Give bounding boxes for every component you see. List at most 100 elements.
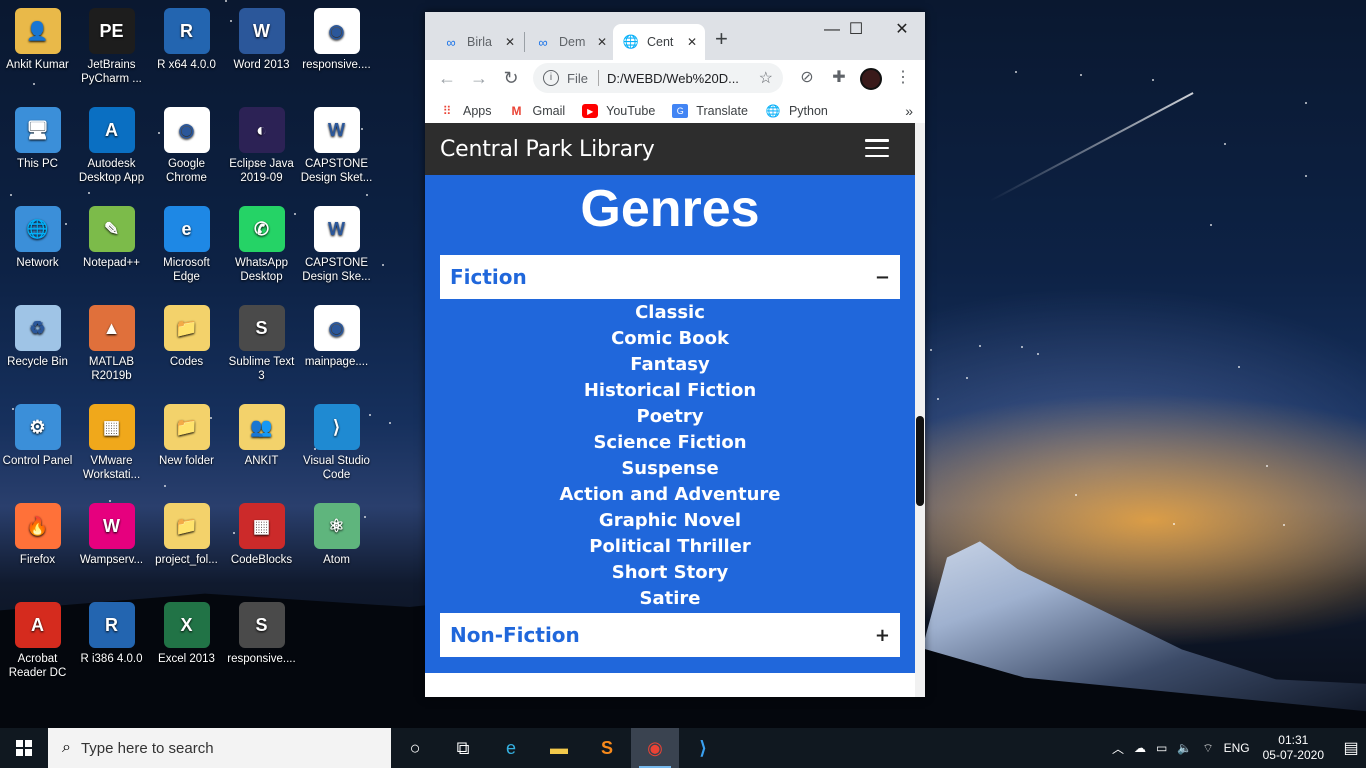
desktop-icon[interactable]: W CAPSTONE Design Ske...: [299, 198, 374, 288]
desktop-icon[interactable]: 📁 project_fol...: [149, 495, 224, 585]
desktop-icon[interactable]: ▲ MATLAB R2019b: [74, 297, 149, 387]
hamburger-menu-icon[interactable]: [865, 139, 889, 157]
profile-avatar[interactable]: [860, 68, 882, 90]
task-view-icon[interactable]: ⧉: [439, 728, 487, 768]
bookmark-youtube[interactable]: ▶ YouTube: [582, 104, 655, 118]
app-icon: W: [88, 503, 135, 549]
genre-item[interactable]: Poetry: [425, 404, 915, 430]
genre-item[interactable]: Satire: [425, 586, 915, 612]
desktop-icon[interactable]: ▦ VMware Workstati...: [74, 396, 149, 486]
language-indicator[interactable]: ENG: [1224, 741, 1250, 755]
genre-item[interactable]: Short Story: [425, 560, 915, 586]
genre-item[interactable]: Historical Fiction: [425, 378, 915, 404]
vscode-taskbar-icon[interactable]: ⟩: [679, 728, 727, 768]
bookmark-apps[interactable]: ⠿ Apps: [439, 104, 492, 118]
bookmark-translate[interactable]: G Translate: [672, 104, 748, 118]
close-icon[interactable]: ✕: [687, 35, 697, 49]
desktop-icon[interactable]: A Autodesk Desktop App: [74, 99, 149, 189]
desktop-icon[interactable]: ▦ CodeBlocks: [224, 495, 299, 585]
scrollbar-thumb[interactable]: [916, 416, 924, 506]
genre-item[interactable]: Comic Book: [425, 326, 915, 352]
onedrive-cloud-icon[interactable]: ☁: [1134, 741, 1146, 755]
desktop-icon[interactable]: 👤 Ankit Kumar: [0, 0, 75, 90]
genre-item[interactable]: Action and Adventure: [425, 482, 915, 508]
desktop-icon[interactable]: X Excel 2013: [149, 594, 224, 684]
genre-item[interactable]: Suspense: [425, 456, 915, 482]
desktop-icon-label: WhatsApp Desktop: [234, 257, 289, 283]
show-hidden-icons-icon[interactable]: ︿: [1112, 740, 1124, 757]
desktop-icon[interactable]: ♻ Recycle Bin: [0, 297, 75, 387]
file-explorer-taskbar-icon[interactable]: ▬: [535, 728, 583, 768]
desktop-icon[interactable]: S Sublime Text 3: [224, 297, 299, 387]
desktop-icon[interactable]: A Acrobat Reader DC: [0, 594, 75, 684]
desktop-icon[interactable]: ◉ mainpage....: [299, 297, 374, 387]
desktop-icon[interactable]: ◉ responsive....: [299, 0, 374, 90]
taskbar-search-box[interactable]: ⌕ Type here to search: [48, 728, 391, 768]
desktop-icon[interactable]: 📁 Codes: [149, 297, 224, 387]
chrome-window[interactable]: ∞ Birla ✕ ∞ Dem ✕ 🌐 Cent ✕ + — ☐ ✕ ← → ↻…: [425, 12, 925, 697]
extensions-puzzle-icon[interactable]: ✚: [827, 66, 851, 90]
bookmark-star-icon[interactable]: ☆: [759, 68, 773, 88]
collapse-minus-icon[interactable]: −: [875, 267, 890, 288]
desktop-icon[interactable]: ⚙ Control Panel: [0, 396, 75, 486]
desktop-icon[interactable]: 🌐 Network: [0, 198, 75, 288]
desktop-icon[interactable]: ✆ WhatsApp Desktop: [224, 198, 299, 288]
genre-item[interactable]: Fantasy: [425, 352, 915, 378]
desktop-icon[interactable]: W Wampserv...: [74, 495, 149, 585]
desktop-icon[interactable]: 📁 New folder: [149, 396, 224, 486]
desktop-icon[interactable]: 🖥 This PC: [0, 99, 75, 189]
desktop-icon[interactable]: ⚛ Atom: [299, 495, 374, 585]
battery-icon[interactable]: ▭: [1156, 741, 1167, 755]
desktop-icon[interactable]: R R i386 4.0.0: [74, 594, 149, 684]
tab-demo[interactable]: ∞ Dem ✕: [525, 24, 615, 60]
desktop-icon[interactable]: ◐ Eclipse Java 2019-09: [224, 99, 299, 189]
new-tab-button[interactable]: +: [715, 26, 728, 52]
extension-compass-icon[interactable]: ⊘: [795, 66, 819, 90]
genre-item[interactable]: Science Fiction: [425, 430, 915, 456]
reload-icon[interactable]: ↻: [499, 66, 523, 90]
info-icon[interactable]: i: [543, 70, 559, 86]
desktop-icon[interactable]: W CAPSTONE Design Sket...: [299, 99, 374, 189]
desktop-icon[interactable]: W Word 2013: [224, 0, 299, 90]
desktop-icon[interactable]: R R x64 4.0.0: [149, 0, 224, 90]
address-bar[interactable]: i File D:/WEBD/Web%20D... ☆: [533, 63, 783, 93]
notification-icon[interactable]: ▤: [1336, 738, 1366, 758]
genre-item[interactable]: Classic: [425, 300, 915, 326]
expand-plus-icon[interactable]: +: [875, 625, 890, 646]
close-icon[interactable]: ✕: [597, 35, 607, 49]
edge-taskbar-icon[interactable]: e: [487, 728, 535, 768]
tab-birla[interactable]: ∞ Birla ✕: [433, 24, 523, 60]
back-icon[interactable]: ←: [435, 66, 459, 90]
desktop-icon[interactable]: ⟩ Visual Studio Code: [299, 396, 374, 486]
desktop-icon[interactable]: Sresponsive....: [224, 594, 299, 684]
sublime-taskbar-icon[interactable]: S: [583, 728, 631, 768]
accordion-nonfiction-header[interactable]: Non-Fiction +: [440, 613, 900, 657]
more-bookmarks-icon[interactable]: »: [905, 103, 913, 119]
bookmark-gmail[interactable]: M Gmail: [509, 104, 566, 118]
volume-icon[interactable]: 🔈: [1177, 741, 1192, 755]
desktop-icon[interactable]: ✎ Notepad++: [74, 198, 149, 288]
tab-central-park[interactable]: 🌐 Cent ✕: [613, 24, 705, 60]
desktop-icon[interactable]: e Microsoft Edge: [149, 198, 224, 288]
cortana-icon[interactable]: ○: [391, 728, 439, 768]
maximize-button[interactable]: ☐: [833, 16, 879, 44]
address-url[interactable]: D:/WEBD/Web%20D...: [607, 71, 739, 86]
chrome-taskbar-icon[interactable]: ◉: [631, 728, 679, 768]
desktop-icon[interactable]: 👥 ANKIT: [224, 396, 299, 486]
desktop-icon[interactable]: ◉ Google Chrome: [149, 99, 224, 189]
menu-kebab-icon[interactable]: ⋮: [891, 66, 915, 90]
desktop-icon[interactable]: 🔥 Firefox: [0, 495, 75, 585]
genre-item[interactable]: Political Thriller: [425, 534, 915, 560]
wifi-icon[interactable]: ⌔: [1202, 741, 1213, 756]
start-button[interactable]: [0, 728, 48, 768]
desktop-icon[interactable]: PE JetBrains PyCharm ...: [74, 0, 149, 90]
taskbar-clock[interactable]: 01:31 05-07-2020: [1263, 733, 1324, 763]
site-brand[interactable]: Central Park Library: [440, 137, 655, 162]
forward-icon[interactable]: →: [467, 66, 491, 90]
genre-item[interactable]: Graphic Novel: [425, 508, 915, 534]
accordion-fiction-header[interactable]: Fiction −: [440, 255, 900, 299]
page-scrollbar[interactable]: [915, 123, 925, 697]
close-window-button[interactable]: ✕: [879, 16, 925, 44]
close-icon[interactable]: ✕: [505, 35, 515, 49]
bookmark-python[interactable]: 🌐 Python: [765, 104, 827, 118]
